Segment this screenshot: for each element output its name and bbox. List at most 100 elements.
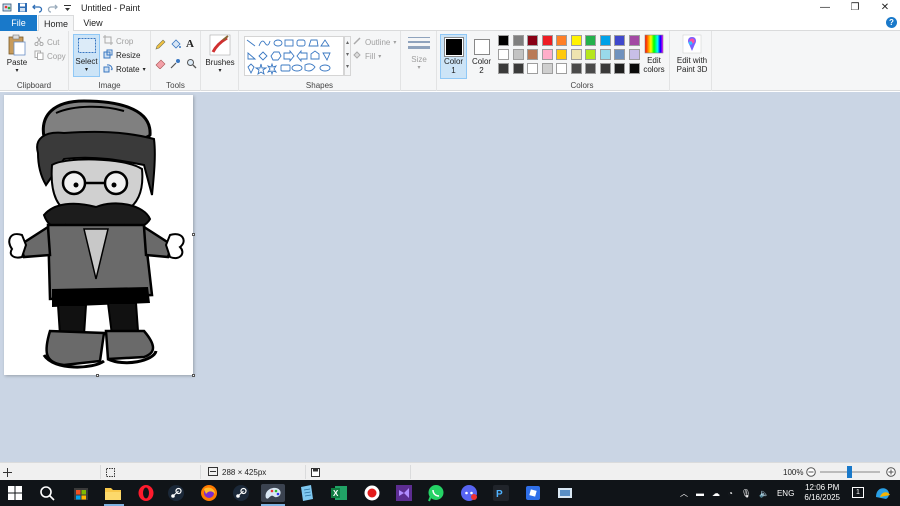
- tray-app-icon[interactable]: ▬: [696, 489, 704, 498]
- restore-button[interactable]: ❐: [840, 0, 870, 15]
- zoom-slider[interactable]: [820, 463, 882, 481]
- magnifier-icon[interactable]: [186, 58, 197, 71]
- app-icon[interactable]: [556, 484, 574, 502]
- fill-button[interactable]: Fill ▾: [352, 50, 381, 62]
- palette-swatch[interactable]: [599, 63, 611, 74]
- palette-swatch[interactable]: [585, 63, 596, 74]
- palette-swatch[interactable]: [498, 35, 509, 46]
- zoom-slider-thumb[interactable]: [847, 466, 852, 478]
- volume-icon[interactable]: 🔈: [759, 489, 769, 498]
- palette-swatch[interactable]: [614, 35, 625, 46]
- tab-file[interactable]: File: [0, 15, 37, 31]
- file-explorer-icon[interactable]: [104, 484, 122, 502]
- palette-swatch[interactable]: [599, 35, 611, 46]
- windows-start-icon[interactable]: [8, 486, 22, 500]
- palette-swatch[interactable]: [556, 35, 567, 46]
- select-button[interactable]: Select ▾: [73, 34, 100, 77]
- crop-button[interactable]: Crop: [103, 35, 133, 47]
- steam-icon[interactable]: [232, 484, 250, 502]
- tab-view[interactable]: View: [75, 15, 111, 31]
- minimize-button[interactable]: —: [810, 0, 840, 15]
- excel-icon[interactable]: X: [330, 484, 348, 502]
- brushes-dropdown-icon[interactable]: ▾: [205, 67, 235, 74]
- palette-swatch[interactable]: [614, 63, 625, 74]
- redo-icon[interactable]: [47, 2, 58, 13]
- color2-button[interactable]: Color 2: [468, 34, 495, 79]
- show-hidden-icons-icon[interactable]: ︿: [680, 488, 688, 499]
- select-dropdown-icon[interactable]: ▾: [74, 66, 99, 73]
- color-picker-icon[interactable]: [170, 58, 181, 71]
- palette-swatch[interactable]: [556, 49, 567, 60]
- color1-button[interactable]: Color 1: [440, 34, 467, 79]
- palette-swatch[interactable]: [570, 63, 582, 74]
- microphone-icon[interactable]: 🎙: [741, 489, 751, 498]
- palette-swatch[interactable]: [512, 63, 524, 74]
- copy-button[interactable]: Copy: [34, 50, 66, 62]
- palette-swatch[interactable]: [527, 35, 538, 46]
- paint-app-icon[interactable]: [2, 2, 13, 13]
- fill-bucket-icon[interactable]: [170, 39, 181, 52]
- cut-button[interactable]: Cut: [34, 36, 59, 48]
- undo-icon[interactable]: [32, 2, 43, 13]
- palette-swatch[interactable]: [599, 49, 611, 60]
- firefox-icon[interactable]: [200, 484, 218, 502]
- language-indicator[interactable]: ENG: [777, 489, 794, 498]
- app-icon[interactable]: [524, 484, 542, 502]
- paint-taskbar-icon[interactable]: [261, 484, 285, 502]
- tab-home[interactable]: Home: [38, 15, 74, 32]
- palette-swatch[interactable]: [614, 49, 625, 60]
- brushes-button[interactable]: Brushes ▾: [205, 34, 235, 74]
- palette-swatch[interactable]: [570, 49, 582, 60]
- canvas-resize-handle-right[interactable]: [192, 233, 195, 236]
- palette-swatch[interactable]: [512, 49, 524, 60]
- resize-button[interactable]: Resize: [103, 49, 140, 61]
- paste-button[interactable]: Paste ▾: [3, 34, 31, 74]
- shapes-gallery[interactable]: [244, 36, 344, 76]
- drawing-canvas[interactable]: [4, 95, 193, 375]
- save-icon[interactable]: [17, 2, 28, 13]
- palette-swatch[interactable]: [541, 35, 553, 46]
- help-icon[interactable]: ?: [886, 17, 897, 28]
- rotate-dropdown-icon[interactable]: ▾: [143, 66, 146, 73]
- close-button[interactable]: ✕: [870, 0, 900, 15]
- onedrive-icon[interactable]: ☁: [712, 489, 720, 498]
- microsoft-store-icon[interactable]: [72, 484, 90, 502]
- steam-icon[interactable]: [167, 484, 185, 502]
- palette-swatch[interactable]: [527, 49, 538, 60]
- canvas-resize-handle-bottom[interactable]: [96, 374, 99, 377]
- paste-dropdown-icon[interactable]: ▾: [3, 67, 31, 74]
- search-icon[interactable]: [38, 484, 56, 502]
- palette-swatch[interactable]: [556, 63, 567, 74]
- network-icon[interactable]: ◔: [728, 489, 733, 498]
- text-tool-icon[interactable]: A: [186, 38, 194, 50]
- eraser-icon[interactable]: [155, 58, 166, 71]
- canvas-resize-handle-corner[interactable]: [192, 374, 195, 377]
- notepad-icon[interactable]: [298, 484, 316, 502]
- opera-icon[interactable]: [137, 484, 155, 502]
- copilot-icon[interactable]: [874, 485, 892, 503]
- palette-swatch[interactable]: [585, 35, 596, 46]
- size-button[interactable]: Size ▾: [405, 35, 433, 71]
- palette-swatch[interactable]: [512, 35, 524, 46]
- rotate-button[interactable]: Rotate ▾: [103, 63, 146, 75]
- zoom-in-button[interactable]: [886, 463, 896, 481]
- outline-button[interactable]: Outline ▾: [352, 36, 396, 48]
- edit-colors-button[interactable]: Edit colors: [639, 34, 669, 74]
- palette-swatch[interactable]: [527, 63, 538, 74]
- screen-recorder-icon[interactable]: [363, 484, 381, 502]
- notifications-icon[interactable]: 1: [852, 487, 864, 498]
- palette-swatch[interactable]: [570, 35, 582, 46]
- pencil-icon[interactable]: [155, 39, 166, 52]
- zoom-out-button[interactable]: [806, 463, 816, 481]
- palette-swatch[interactable]: [541, 63, 553, 74]
- discord-icon[interactable]: [460, 484, 478, 502]
- visual-studio-icon[interactable]: [395, 484, 413, 502]
- app-icon[interactable]: P: [492, 484, 510, 502]
- customize-toolbar-icon[interactable]: [62, 2, 73, 13]
- palette-swatch[interactable]: [498, 49, 509, 60]
- palette-swatch[interactable]: [585, 49, 596, 60]
- palette-swatch[interactable]: [628, 49, 640, 60]
- palette-swatch[interactable]: [498, 63, 509, 74]
- whatsapp-icon[interactable]: [427, 484, 445, 502]
- palette-swatch[interactable]: [628, 35, 640, 46]
